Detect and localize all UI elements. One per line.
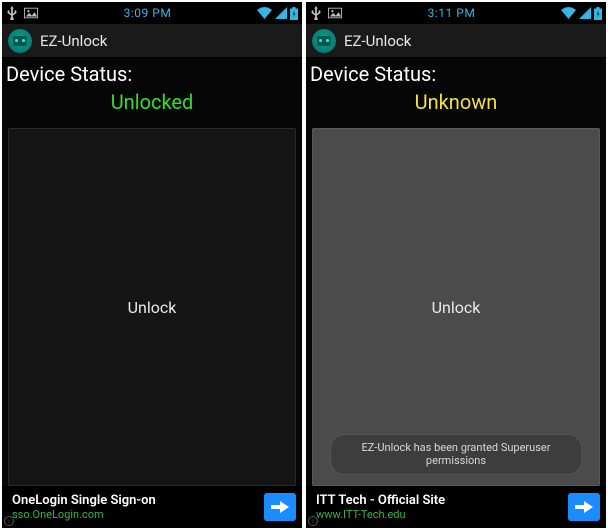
adchoices-icon[interactable]: i: [308, 516, 318, 526]
cell-signal-icon: [579, 7, 591, 19]
picture-icon: [24, 7, 38, 19]
unlock-button-label: Unlock: [432, 298, 481, 317]
main-content: Device Status: Unknown Unlock EZ-Unlock …: [306, 58, 606, 486]
ad-text: OneLogin Single Sign-on sso.OneLogin.com: [12, 493, 264, 522]
wifi-icon: [257, 7, 272, 19]
superuser-toast: EZ-Unlock has been granted Superuser per…: [330, 434, 582, 476]
cell-signal-icon: [275, 7, 287, 19]
status-bar-left-icons: [310, 6, 342, 20]
ad-text: ITT Tech - Official Site www.ITT-Tech.ed…: [316, 493, 568, 522]
status-bar-clock: 3:09 PM: [38, 6, 257, 20]
ad-url: sso.OneLogin.com: [12, 508, 264, 521]
device-status-label: Device Status:: [4, 60, 300, 86]
adchoices-icon[interactable]: i: [4, 516, 14, 526]
app-action-bar: EZ-Unlock: [2, 24, 302, 58]
battery-icon: [290, 7, 298, 20]
ad-title: OneLogin Single Sign-on: [12, 493, 264, 509]
device-status-value: Unknown: [308, 86, 604, 124]
status-bar-right-icons: [561, 7, 602, 20]
app-title: EZ-Unlock: [344, 32, 411, 50]
app-action-bar: EZ-Unlock: [306, 24, 606, 58]
svg-text:i: i: [8, 519, 10, 526]
ad-arrow-button[interactable]: [264, 493, 296, 521]
app-title: EZ-Unlock: [40, 32, 107, 50]
android-status-bar: 3:09 PM: [2, 2, 302, 24]
unlock-button[interactable]: Unlock EZ-Unlock has been granted Superu…: [312, 128, 600, 486]
usb-icon: [310, 6, 322, 20]
phone-screen-left: 3:09 PM EZ-Unlock Device Status: Unlocke…: [2, 2, 302, 528]
phone-screen-right: 3:11 PM EZ-Unlock Device Status: Unknown…: [306, 2, 606, 528]
device-status-label: Device Status:: [308, 60, 604, 86]
usb-icon: [6, 6, 18, 20]
svg-text:i: i: [312, 519, 314, 526]
status-bar-clock: 3:11 PM: [342, 6, 561, 20]
ad-url: www.ITT-Tech.edu: [316, 508, 568, 521]
battery-icon: [594, 7, 602, 20]
android-status-bar: 3:11 PM: [306, 2, 606, 24]
status-bar-right-icons: [257, 7, 298, 20]
main-content: Device Status: Unlocked Unlock: [2, 58, 302, 486]
ad-banner[interactable]: ITT Tech - Official Site www.ITT-Tech.ed…: [306, 486, 606, 528]
app-icon: [8, 29, 32, 53]
wifi-icon: [561, 7, 576, 19]
unlock-button-label: Unlock: [128, 298, 177, 317]
ad-banner[interactable]: OneLogin Single Sign-on sso.OneLogin.com: [2, 486, 302, 528]
device-status-value: Unlocked: [4, 86, 300, 124]
unlock-button[interactable]: Unlock: [8, 128, 296, 486]
ad-title: ITT Tech - Official Site: [316, 493, 568, 509]
ad-arrow-button[interactable]: [568, 493, 600, 521]
app-icon: [312, 29, 336, 53]
status-bar-left-icons: [6, 6, 38, 20]
picture-icon: [328, 7, 342, 19]
